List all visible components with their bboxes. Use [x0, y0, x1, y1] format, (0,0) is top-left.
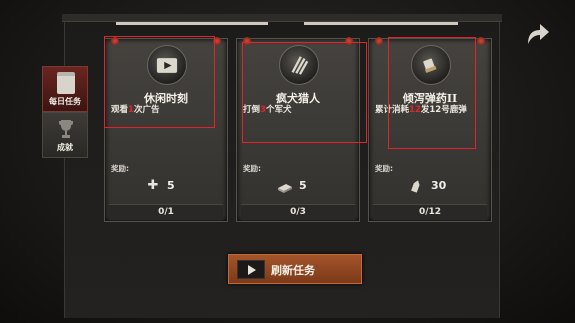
mission-card-2[interactable]: 疯犬猎人 打倒3个军犬 奖励: 5 0/3 [236, 37, 360, 222]
clipboard-icon [57, 72, 75, 94]
puzzle-icon: ✚ [147, 178, 159, 193]
top-divider-right [304, 22, 458, 25]
back-arrow-icon[interactable] [522, 20, 552, 48]
mission-progress: 0/12 [373, 204, 487, 220]
mission-progress: 0/1 [109, 204, 223, 220]
pin-icon [111, 37, 119, 45]
reward-label: 奖励: [375, 164, 393, 173]
reward-value: 30 [431, 179, 447, 192]
mission-title: 休闲时刻 [144, 92, 188, 105]
pin-icon [375, 37, 383, 45]
reward-label: 奖励: [111, 164, 129, 173]
mission-card-3[interactable]: 倾泻弹药II 累计消耗12发12号鹿弹 奖励: 30 0/12 [368, 37, 492, 222]
mission-description: 累计消耗12发12号鹿弹 [375, 105, 467, 115]
tab-achievements-label: 成就 [57, 143, 73, 152]
tab-daily-missions[interactable]: 每日任务 [42, 66, 88, 112]
tab-achievements[interactable]: 成就 [42, 112, 88, 158]
mission-description: 观看1次广告 [111, 105, 160, 115]
refresh-missions-button[interactable]: 刷新任务 [228, 254, 362, 284]
reward-value: 5 [299, 179, 307, 192]
mission-description: 打倒3个军犬 [243, 105, 292, 115]
mission-card-1[interactable]: 休闲时刻 观看1次广告 奖励: ✚ 5 0/1 [104, 37, 228, 222]
video-icon [237, 260, 265, 279]
panel-top-bar [62, 14, 502, 22]
video-icon [147, 45, 187, 85]
tab-daily-missions-label: 每日任务 [49, 97, 81, 106]
top-divider-left [116, 22, 268, 25]
reward-value: 5 [167, 179, 175, 192]
ammo-box-icon [277, 178, 293, 194]
claw-scratch-icon [279, 45, 319, 85]
pin-icon [477, 37, 485, 45]
reward-label: 奖励: [243, 164, 261, 173]
pin-icon [213, 37, 221, 45]
bullet-icon [409, 178, 425, 194]
pin-icon [243, 37, 251, 45]
pin-icon [345, 37, 353, 45]
trophy-icon [59, 120, 73, 138]
mission-title: 倾泻弹药II [402, 92, 458, 105]
refresh-missions-label: 刷新任务 [271, 264, 315, 277]
mission-title: 疯犬猎人 [276, 92, 320, 105]
mission-progress: 0/3 [241, 204, 355, 220]
shotgun-shell-icon [411, 45, 451, 85]
